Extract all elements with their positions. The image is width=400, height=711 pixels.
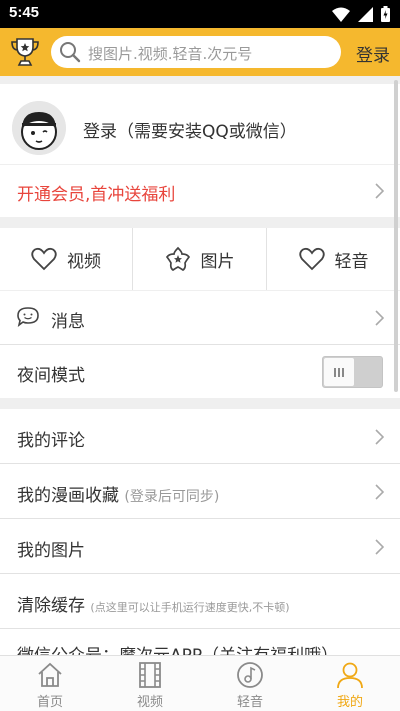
messages-label: 消息 [51,312,85,332]
my-comics-hint: (登录后可同步) [124,489,220,505]
nav-video-label: 视频 [136,695,163,710]
music-note-icon [237,662,263,688]
home-icon [38,662,62,687]
film-icon [139,662,161,688]
chat-bubble-icon [17,307,39,327]
avatar [12,101,66,155]
login-button[interactable]: 登录 [356,41,390,66]
star-flower-icon [165,246,190,272]
trophy-icon[interactable] [10,36,40,68]
clear-cache-label: 清除缓存 (点这里可以让手机运行速度更快,不卡顿) [17,591,290,616]
status-time: 5:45 [9,4,40,21]
chevron-right-icon [375,484,384,500]
night-mode-label: 夜间模式 [17,366,85,386]
status-icons [332,6,390,22]
nav-home-label: 首页 [36,695,63,710]
person-icon [337,662,363,689]
scrollbar[interactable] [394,80,398,392]
messages-row[interactable]: 消息 [0,291,400,344]
heart-icon [31,247,57,271]
profile-card[interactable]: 登录（需要安装QQ或微信） [0,84,400,164]
my-images-label: 我的图片 [17,541,85,561]
login-prompt[interactable]: 登录（需要安装QQ或微信） [83,117,297,142]
night-mode-row: 夜间模式 [0,345,400,398]
nav-video[interactable]: 视频 [100,656,200,711]
chevron-right-icon [375,429,384,445]
search-placeholder: 搜图片.视频.轻音.次元号 [88,45,253,63]
my-comics-title: 我的漫画收藏 [17,486,119,506]
shortcut-row: 视频 图片 轻音 [0,228,400,290]
bottom-nav: 首页 视频 轻音 我的 [0,655,400,711]
shortcut-audio-label: 轻音 [334,251,369,272]
nav-me[interactable]: 我的 [300,656,400,711]
nav-audio-label: 轻音 [236,695,263,710]
shortcut-images-label: 图片 [200,251,235,272]
shortcut-video-label: 视频 [67,251,101,272]
search-input[interactable]: 搜图片.视频.轻音.次元号 [51,36,341,68]
wifi-icon [332,7,350,22]
shortcut-images[interactable]: 图片 [133,228,266,290]
signal-icon [358,6,373,22]
nav-me-label: 我的 [336,695,363,710]
clear-cache-title: 清除缓存 [17,596,85,616]
shortcut-audio[interactable]: 轻音 [267,228,400,290]
heart-icon [298,247,325,271]
clear-cache-hint: (点这里可以让手机运行速度更快,不卡顿) [90,601,290,614]
status-bar: 5:45 [0,0,400,28]
toggle-knob [324,358,354,386]
chevron-right-icon [375,310,384,326]
clear-cache-row[interactable]: 清除缓存 (点这里可以让手机运行速度更快,不卡顿) [0,574,400,628]
night-mode-toggle[interactable] [322,356,383,388]
chevron-right-icon [375,539,384,555]
top-bar: 搜图片.视频.轻音.次元号 登录 [0,28,400,76]
my-comics-row[interactable]: 我的漫画收藏 (登录后可同步) [0,464,400,518]
my-comics-label: 我的漫画收藏 (登录后可同步) [17,481,219,506]
vip-label: 开通会员,首冲送福利 [17,185,176,205]
my-images-row[interactable]: 我的图片 [0,519,400,573]
vip-row[interactable]: 开通会员,首冲送福利 [0,165,400,217]
my-comments-row[interactable]: 我的评论 [0,409,400,463]
avatar-face-icon [12,101,66,155]
nav-audio[interactable]: 轻音 [200,656,300,711]
search-icon [60,42,81,63]
nav-home[interactable]: 首页 [0,656,100,711]
shortcut-video[interactable]: 视频 [0,228,132,290]
battery-icon [381,6,390,22]
chevron-right-icon [375,183,384,199]
my-comments-label: 我的评论 [17,431,85,451]
